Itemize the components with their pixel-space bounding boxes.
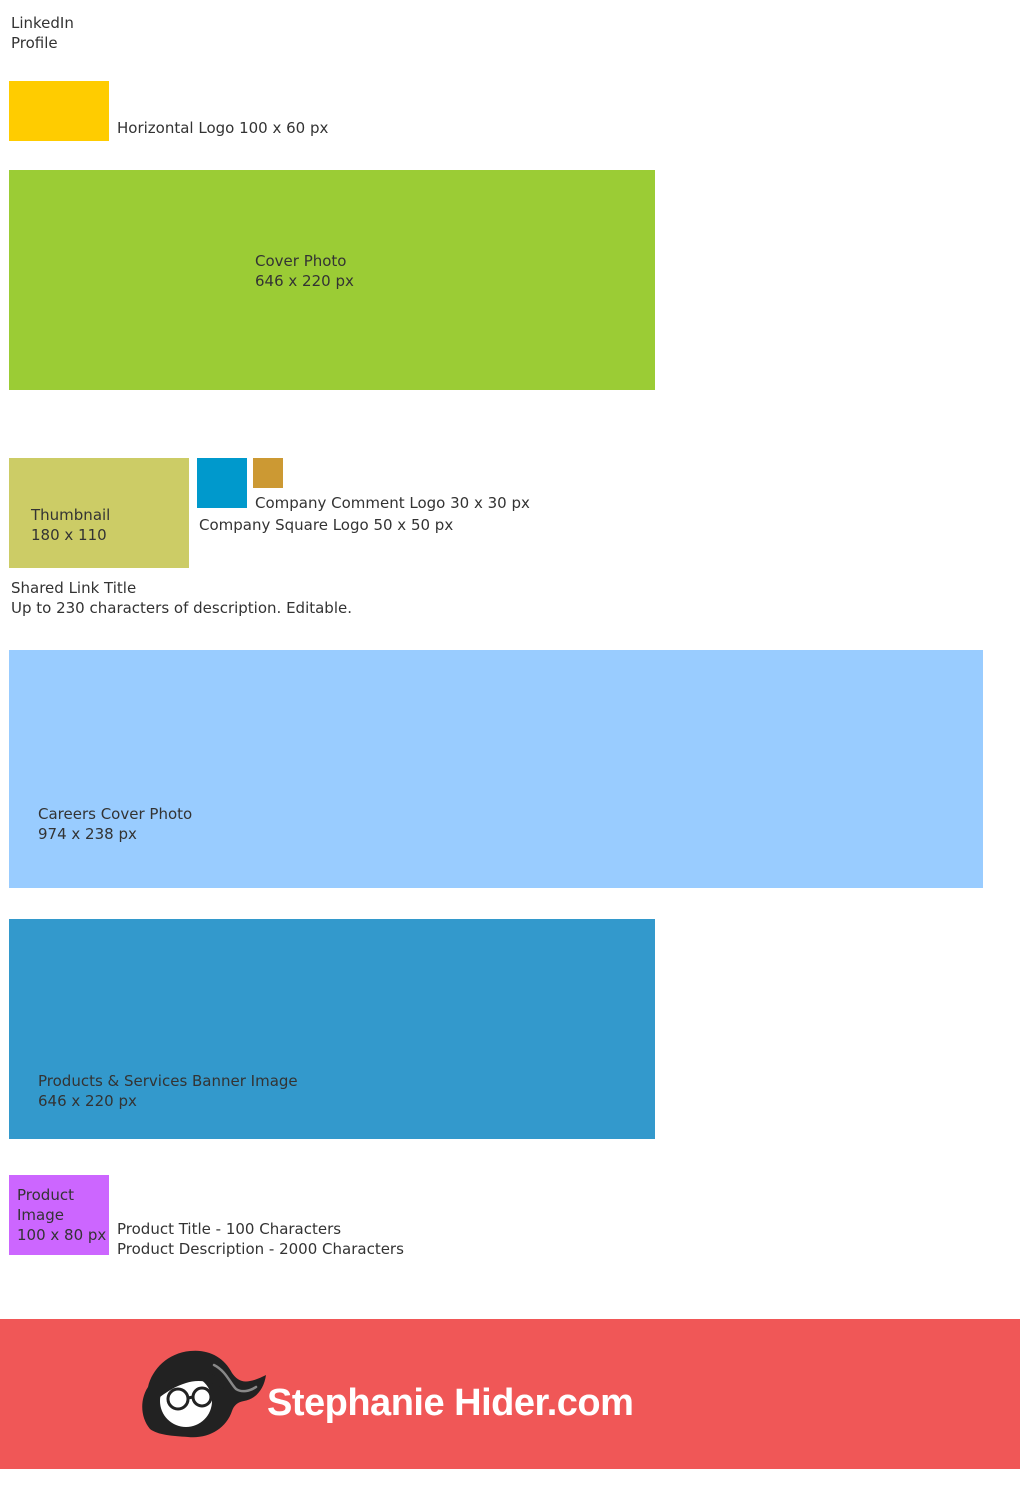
company-square-logo-label: Company Square Logo 50 x 50 px (199, 516, 454, 534)
product-image-size: 100 x 80 px (17, 1226, 107, 1244)
careers-cover-label: Careers Cover Photo 974 x 238 px (38, 804, 192, 844)
horizontal-logo-placeholder (9, 81, 109, 141)
shared-link-title: Shared Link Title (11, 579, 137, 597)
company-comment-logo-placeholder (253, 458, 283, 488)
thumbnail-placeholder: Thumbnail 180 x 110 (9, 458, 189, 568)
product-image-label: Product Image 100 x 80 px (17, 1185, 106, 1245)
thumbnail-title: Thumbnail (31, 506, 111, 524)
shared-link-description: Up to 230 characters of description. Edi… (11, 599, 352, 617)
products-banner-size: 646 x 220 px (38, 1092, 137, 1110)
company-comment-logo-label: Company Comment Logo 30 x 30 px (255, 494, 530, 512)
footer-banner: Stephanie Hider.com (0, 1319, 1020, 1469)
careers-cover-title: Careers Cover Photo (38, 805, 193, 823)
page-title-line-1: LinkedIn (11, 14, 74, 32)
company-square-logo-placeholder (197, 458, 247, 508)
products-services-banner-placeholder: Products & Services Banner Image 646 x 2… (9, 919, 655, 1139)
thumbnail-label: Thumbnail 180 x 110 (31, 505, 110, 545)
stephanie-hider-mascot-icon (138, 1349, 268, 1439)
cover-photo-size: 646 x 220 px (255, 272, 354, 290)
thumbnail-size: 180 x 110 (31, 526, 107, 544)
products-banner-label: Products & Services Banner Image 646 x 2… (38, 1071, 298, 1111)
careers-cover-photo-placeholder: Careers Cover Photo 974 x 238 px (9, 650, 983, 888)
product-image-placeholder: Product Image 100 x 80 px (9, 1175, 109, 1255)
products-banner-title: Products & Services Banner Image (38, 1072, 298, 1090)
product-description-limit: Product Description - 2000 Characters (117, 1240, 404, 1258)
shared-link-info: Shared Link Title Up to 230 characters o… (11, 578, 352, 618)
careers-cover-size: 974 x 238 px (38, 825, 137, 843)
cover-photo-placeholder: Cover Photo 646 x 220 px (9, 170, 655, 390)
product-text-limits: Product Title - 100 Characters Product D… (117, 1219, 404, 1259)
product-image-line-2: Image (17, 1206, 64, 1224)
product-title-limit: Product Title - 100 Characters (117, 1220, 342, 1238)
cover-photo-title: Cover Photo (255, 252, 347, 270)
horizontal-logo-label: Horizontal Logo 100 x 60 px (117, 119, 329, 137)
footer-brand-text: Stephanie Hider.com (267, 1382, 634, 1424)
cover-photo-label: Cover Photo 646 x 220 px (255, 251, 354, 291)
page-title: LinkedIn Profile (11, 13, 74, 53)
product-image-line-1: Product (17, 1186, 74, 1204)
page-title-line-2: Profile (11, 34, 58, 52)
